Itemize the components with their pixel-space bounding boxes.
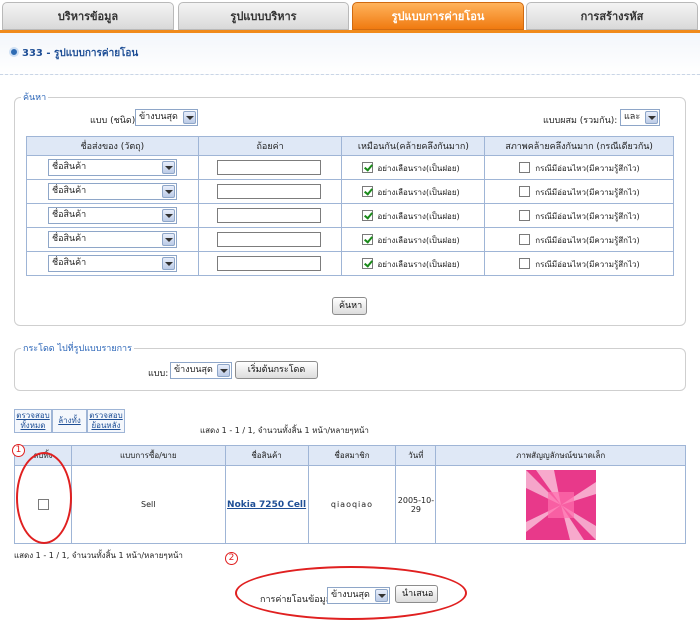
- search-criteria-table: ชื่อส่งของ (วัตถุ) ถ้อยค่า เหมือนกัน(คล้…: [26, 136, 674, 276]
- search-button[interactable]: ค้นหา: [332, 297, 367, 315]
- chevron-down-icon: [217, 364, 230, 377]
- tab-manage-format[interactable]: รูปแบบบริหาร: [178, 2, 349, 30]
- tab-manage-data[interactable]: บริหารข้อมูล: [2, 2, 174, 30]
- criteria-row: ชื่อสินค้า อย่างเลือนราง(เป็นฝอย) กรณีมี…: [26, 227, 674, 252]
- criteria-row: ชื่อสินค้า อย่างเลือนราง(เป็นฝอย) กรณีมี…: [26, 179, 674, 204]
- field-select[interactable]: ชื่อสินค้า: [48, 207, 177, 224]
- column-header: ภาพสัญญลักษณ์ขนาดเล็ก: [435, 445, 686, 466]
- check-reverse-button[interactable]: ตรวจสอบ ย้อนหลัง: [87, 409, 125, 433]
- chevron-down-icon: [645, 111, 658, 124]
- jump-panel: กระโดด ไปที่รูปแบบรายการ: [14, 341, 686, 391]
- column-header: สภาพคล้ายคลึงกันมาก (กรณีเดียวกัน): [484, 136, 674, 156]
- jump-button[interactable]: เริ่มต้นกระโดด: [235, 361, 318, 379]
- sensitive-label: กรณีมีอ่อนไหว(มีความรู้สึกไว): [535, 164, 640, 173]
- annotation-marker-1: 1: [12, 444, 25, 457]
- field-select[interactable]: ชื่อสินค้า: [48, 183, 177, 200]
- annotation-ellipse-transfer: [235, 566, 467, 620]
- trade-type-cell: Sell: [70, 465, 226, 544]
- sensitive-checkbox[interactable]: [519, 234, 531, 245]
- chevron-down-icon: [162, 161, 175, 174]
- product-link[interactable]: Nokia 7250 Cell: [227, 500, 306, 510]
- chevron-down-icon: [162, 209, 175, 222]
- similar-label: อย่างเลือนราง(เป็นฝอย): [377, 236, 460, 245]
- chevron-down-icon: [162, 185, 175, 198]
- jump-select[interactable]: ข้างบนสุด: [170, 362, 232, 379]
- similar-checkbox[interactable]: [362, 210, 374, 221]
- combine-select[interactable]: และ: [620, 109, 660, 126]
- field-select[interactable]: ชื่อสินค้า: [48, 159, 177, 176]
- date-cell: 2005-10-29: [395, 465, 437, 544]
- jump-legend: กระโดด ไปที่รูปแบบรายการ: [23, 344, 132, 354]
- criteria-row: ชื่อสินค้า อย่างเลือนราง(เป็นฝอย) กรณีมี…: [26, 203, 674, 228]
- pagination-top: แสดง 1 - 1 / 1, จำนวนทั้งสิ้น 1 หน้า/หลา…: [200, 426, 369, 435]
- pagination-bottom: แสดง 1 - 1 / 1, จำนวนทั้งสิ้น 1 หน้า/หลา…: [14, 551, 183, 560]
- column-header: เหมือนกัน(คล้ายคลึงกันมาก): [341, 136, 486, 156]
- similar-checkbox[interactable]: [362, 162, 374, 173]
- field-select[interactable]: ชื่อสินค้า: [48, 255, 177, 272]
- annotation-ellipse-delete: [16, 452, 72, 544]
- column-header: ชื่อสมาชิก: [307, 445, 397, 466]
- value-input[interactable]: [216, 160, 321, 175]
- chevron-down-icon: [162, 233, 175, 246]
- sensitive-label: กรณีมีอ่อนไหว(มีความรู้สึกไว): [535, 236, 640, 245]
- value-input[interactable]: [216, 256, 321, 271]
- sensitive-label: กรณีมีอ่อนไหว(มีความรู้สึกไว): [535, 260, 640, 269]
- criteria-row: ชื่อสินค้า อย่างเลือนราง(เป็นฝอย) กรณีมี…: [26, 251, 674, 276]
- chevron-down-icon: [162, 257, 175, 270]
- sensitive-label: กรณีมีอ่อนไหว(มีความรู้สึกไว): [535, 188, 640, 197]
- combine-label: แบบผสม (รวมกัน):: [543, 116, 618, 126]
- field-select[interactable]: ชื่อสินค้า: [48, 231, 177, 248]
- column-header: แบบการซื้อ/ขาย: [70, 445, 226, 466]
- page-title: 333 - รูปแบบการค่ายโอน: [22, 48, 139, 59]
- value-input[interactable]: [216, 184, 321, 199]
- results-table: ลบทิ้ง แบบการซื้อ/ขาย ชื่อสินค้า ชื่อสมา…: [14, 445, 686, 544]
- type-label: แบบ (ชนิด):: [90, 116, 139, 126]
- column-header: ชื่อสินค้า: [224, 445, 309, 466]
- similar-label: อย่างเลือนราง(เป็นฝอย): [377, 188, 460, 197]
- thumbnail-cell: [435, 465, 686, 544]
- sensitive-checkbox[interactable]: [519, 258, 531, 269]
- value-input[interactable]: [216, 208, 321, 223]
- similar-checkbox[interactable]: [362, 186, 374, 197]
- check-all-button[interactable]: ตรวจสอบ ทั้งหมด: [14, 409, 52, 433]
- sensitive-checkbox[interactable]: [519, 162, 531, 173]
- type-select[interactable]: ข้างบนสุด: [135, 109, 198, 126]
- similar-label: อย่างเลือนราง(เป็นฝอย): [377, 164, 460, 173]
- chevron-down-icon: [183, 111, 196, 124]
- member-cell: qiaoqiao: [307, 465, 397, 544]
- top-tab-bar: บริหารข้อมูล รูปแบบบริหาร รูปแบบการค่ายโ…: [0, 0, 700, 32]
- similar-checkbox[interactable]: [362, 234, 374, 245]
- column-header: วันที่: [395, 445, 437, 466]
- column-header: ถ้อยค่า: [197, 136, 343, 156]
- clear-all-button[interactable]: ล้างทั้ง: [52, 409, 87, 433]
- similar-label: อย่างเลือนราง(เป็นฝอย): [377, 260, 460, 269]
- similar-checkbox[interactable]: [362, 258, 374, 269]
- sensitive-label: กรณีมีอ่อนไหว(มีความรู้สึกไว): [535, 212, 640, 221]
- search-legend: ค้นหา: [23, 93, 47, 103]
- bullet-icon: [9, 47, 19, 57]
- tab-create-code[interactable]: การสร้างรหัส: [526, 2, 698, 30]
- sensitive-checkbox[interactable]: [519, 210, 531, 221]
- tab-transfer-format[interactable]: รูปแบบการค่ายโอน: [352, 2, 524, 30]
- value-input[interactable]: [216, 232, 321, 247]
- sensitive-checkbox[interactable]: [519, 186, 531, 197]
- jump-label: แบบ:: [148, 369, 169, 379]
- annotation-marker-2: 2: [225, 552, 238, 565]
- criteria-row: ชื่อสินค้า อย่างเลือนราง(เป็นฝอย) กรณีมี…: [26, 155, 674, 180]
- column-header: ชื่อส่งของ (วัตถุ): [26, 136, 199, 156]
- product-thumbnail[interactable]: [526, 470, 597, 540]
- similar-label: อย่างเลือนราง(เป็นฝอย): [377, 212, 460, 221]
- table-row: Sell Nokia 7250 Cell qiaoqiao 2005-10-29: [14, 465, 686, 544]
